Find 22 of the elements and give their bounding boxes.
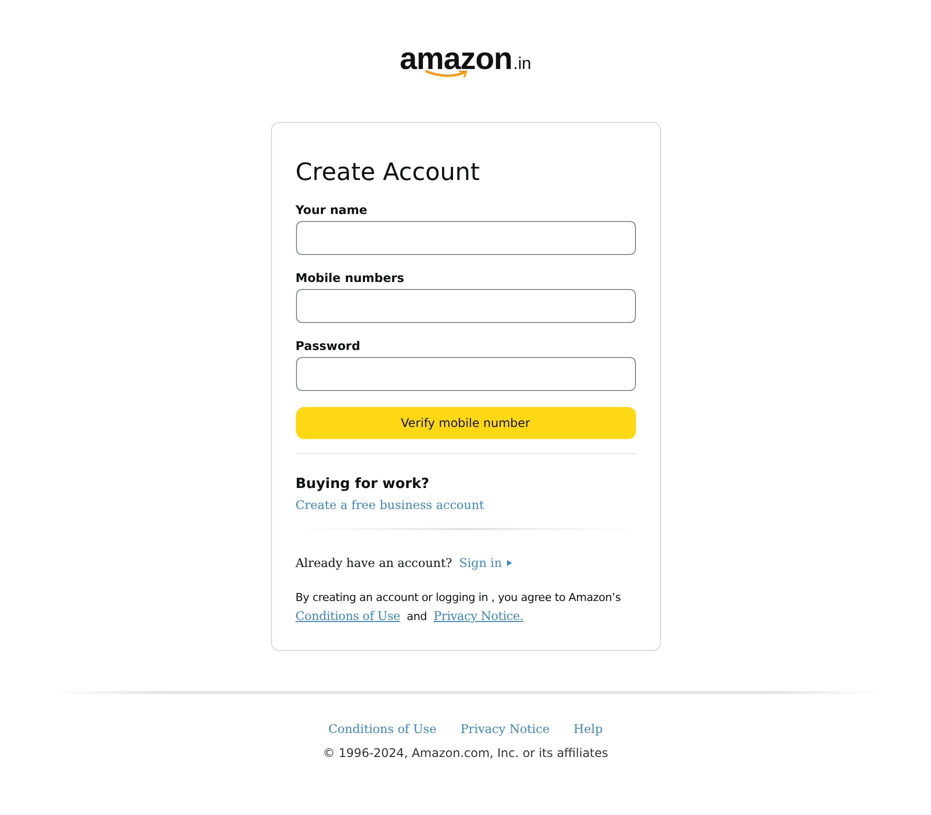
footer-link[interactable]: Privacy Notice [460, 722, 550, 736]
input-field[interactable] [296, 357, 636, 391]
field-label: Password [296, 339, 360, 353]
input-field[interactable] [296, 221, 636, 255]
form-title: Create Account [296, 157, 481, 187]
conditions-link[interactable]: Conditions of Use [296, 609, 400, 623]
business-account-link[interactable]: Create a free business account [296, 498, 484, 512]
logo-suffix: .in [513, 54, 532, 74]
caret-icon [506, 560, 512, 566]
privacy-link[interactable]: Privacy Notice. [434, 609, 524, 623]
footer-link[interactable]: Conditions of Use [328, 722, 436, 736]
legal-notice: By creating an account or logging in , you agree to Amazon’s Conditions of Use and Privacy Notice. [296, 590, 622, 625]
field-label: Your name [296, 203, 368, 217]
sign-in-prompt: Already have an account? [296, 556, 452, 570]
verify-button[interactable]: Verify mobile number [296, 407, 636, 439]
copyright: © 1996-2024, Amazon.com, Inc. or its affiliates [322, 746, 608, 760]
field-label: Mobile numbers [296, 271, 404, 285]
sign-in-link[interactable]: Sign in [459, 556, 512, 570]
footer-link[interactable]: Help [574, 722, 603, 736]
logo-wordmark: amazon [400, 44, 512, 74]
business-heading: Buying for work? [296, 476, 430, 492]
input-field[interactable] [296, 289, 636, 323]
